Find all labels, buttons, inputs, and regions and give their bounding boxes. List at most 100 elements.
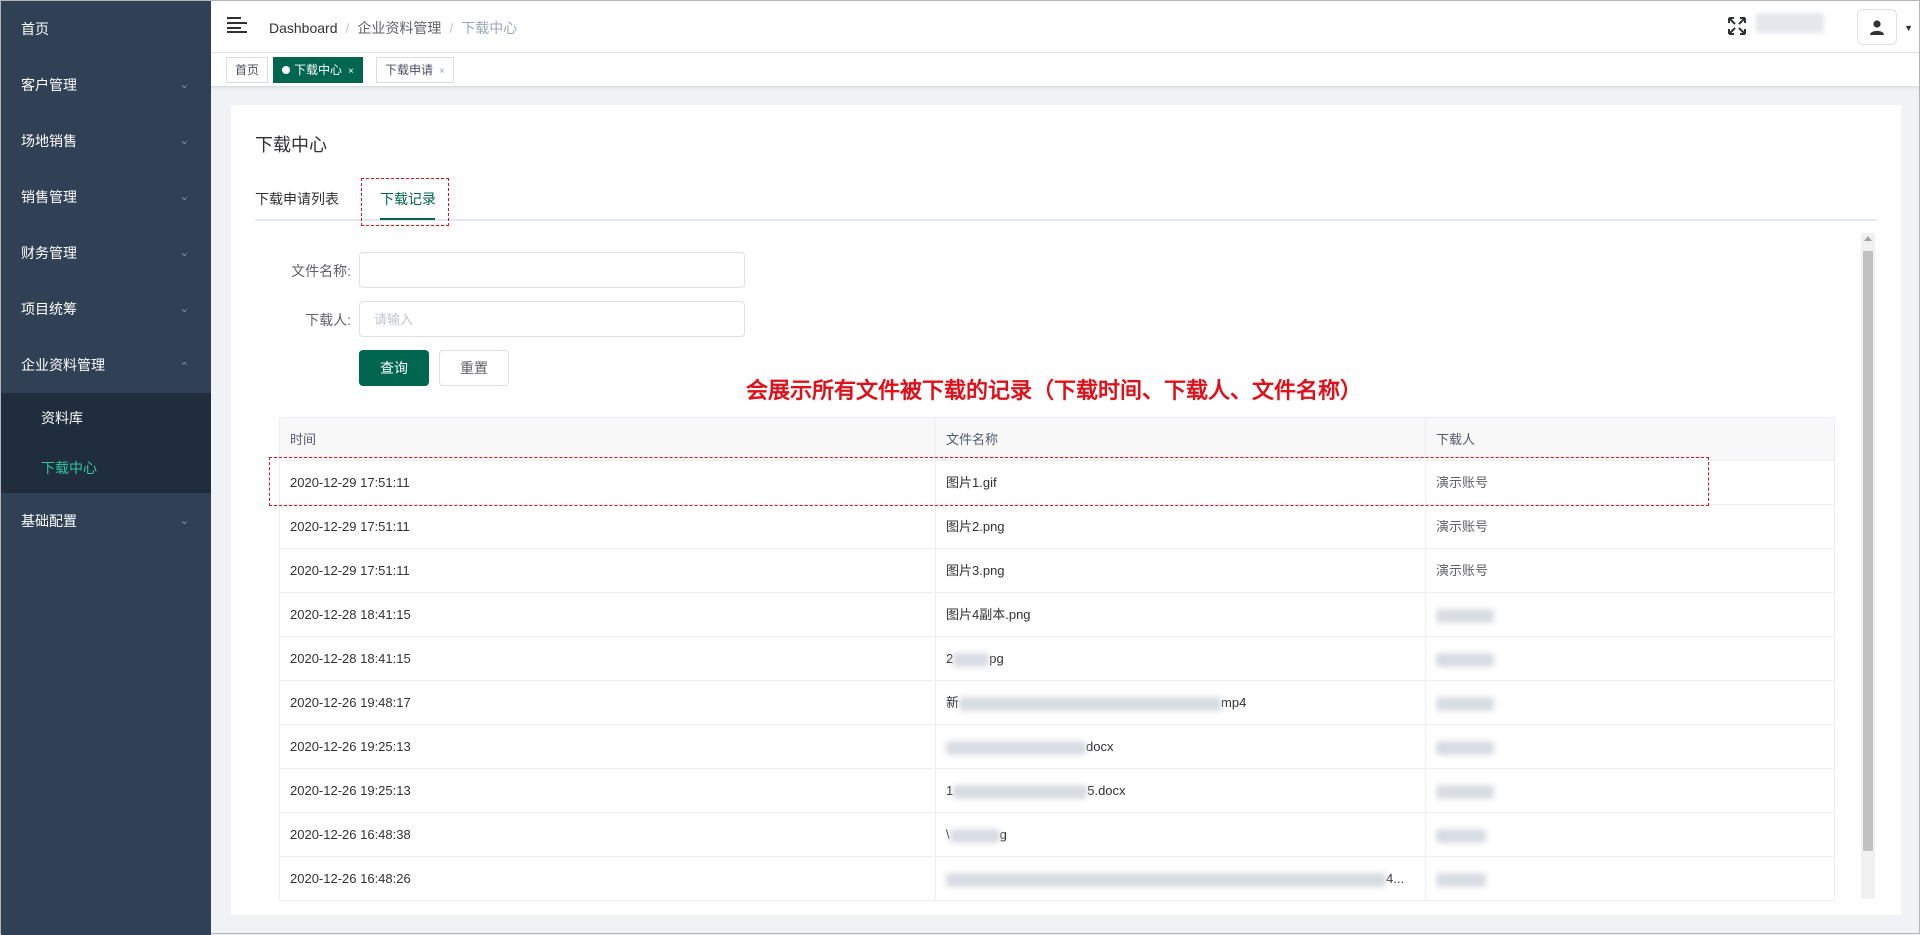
sidebar-item-label: 基础配置 — [21, 513, 77, 529]
sidebar-item-label: 企业资料管理 — [21, 357, 105, 373]
annotation-box-row — [269, 457, 1709, 506]
table-row: 2020-12-28 18:41:15 2 pg — [279, 637, 1835, 681]
cell-downloader — [1426, 857, 1834, 901]
cell-file-name: \ g — [936, 813, 1426, 857]
scrollbar-thumb[interactable] — [1863, 251, 1873, 851]
file-name-input[interactable] — [359, 252, 745, 288]
file-name-suffix: docx — [1086, 739, 1114, 754]
cell-downloader — [1426, 813, 1834, 857]
file-name-suffix: mp4 — [1221, 695, 1247, 710]
tag-label: 下载中心 — [294, 63, 343, 77]
redacted-text — [1436, 828, 1486, 843]
tag-download-request[interactable]: 下载申请 × — [376, 57, 454, 83]
sidebar-item-home[interactable]: 首页 — [1, 1, 211, 57]
table-row: 2020-12-28 18:41:15 图片4副本.png — [279, 593, 1835, 637]
sidebar-item-download-center[interactable]: 下载中心 — [1, 443, 211, 493]
sidebar-item-label: 首页 — [21, 21, 49, 37]
reset-button[interactable]: 重置 — [439, 350, 509, 386]
breadcrumb-separator: / — [449, 20, 454, 36]
redacted-text — [953, 652, 990, 667]
table-row: 2020-12-29 17:51:11 图片3.png 演示账号 — [279, 549, 1835, 593]
scroll-up-icon[interactable] — [1864, 236, 1872, 241]
downloader-input[interactable] — [359, 301, 745, 337]
username-redacted — [1756, 13, 1824, 33]
tag-download-center[interactable]: 下载中心 × — [273, 57, 363, 83]
cell-time: 2020-12-26 19:25:13 — [280, 769, 936, 813]
cell-time: 2020-12-26 19:25:13 — [280, 725, 936, 769]
cell-file-name: 2 pg — [936, 637, 1426, 681]
chevron-down-icon: ⌄ — [179, 191, 189, 203]
caret-down-icon[interactable]: ▼ — [1904, 23, 1913, 33]
chevron-down-icon: ⌄ — [179, 515, 189, 527]
app-window: 首页 客户管理 ⌄ 场地销售 ⌄ 销售管理 ⌄ 财务管理 ⌄ 项目统筹 ⌄ 企业资料管理 ⌃… — [0, 0, 1920, 935]
table-row: 2020-12-26 19:25:13 1 5.docx — [279, 769, 1835, 813]
query-button[interactable]: 查询 — [359, 350, 429, 386]
page-title: 下载中心 — [255, 135, 327, 155]
cell-file-name: 图片4副本.png — [936, 593, 1426, 637]
redacted-text — [1436, 740, 1494, 755]
cell-file-name: docx — [936, 725, 1426, 769]
redacted-text — [1436, 696, 1494, 711]
cell-file-name: 图片2.png — [936, 505, 1426, 549]
table-row: 2020-12-29 17:51:11 图片2.png 演示账号 — [279, 505, 1835, 549]
sidebar-item-enterprise-docs[interactable]: 企业资料管理 ⌃ — [1, 337, 211, 393]
file-name-prefix: 1 — [946, 783, 954, 798]
cell-time: 2020-12-29 17:51:11 — [280, 549, 936, 593]
user-icon — [1870, 20, 1884, 35]
column-header-time: 时间 — [280, 418, 936, 462]
redacted-text — [1436, 608, 1494, 623]
redacted-text — [949, 828, 1000, 843]
annotation-box-tab — [361, 178, 449, 226]
cell-downloader — [1426, 593, 1834, 637]
redacted-text — [959, 696, 1222, 711]
redacted-text — [953, 784, 1088, 799]
sidebar-item-sales[interactable]: 销售管理 ⌄ — [1, 169, 211, 225]
sidebar-item-projects[interactable]: 项目统筹 ⌄ — [1, 281, 211, 337]
avatar[interactable] — [1857, 9, 1897, 45]
cell-time: 2020-12-28 18:41:15 — [280, 637, 936, 681]
tag-home[interactable]: 首页 — [226, 57, 269, 83]
breadcrumb-item-enterprise-docs[interactable]: 企业资料管理 — [357, 20, 441, 36]
table-row: 2020-12-26 19:25:13 docx — [279, 725, 1835, 769]
cell-downloader — [1426, 637, 1834, 681]
chevron-down-icon: ⌄ — [179, 135, 189, 147]
sidebar-item-label: 销售管理 — [21, 189, 77, 205]
sidebar-item-basic-config[interactable]: 基础配置 ⌄ — [1, 493, 211, 549]
file-name-suffix: g — [999, 827, 1007, 842]
file-name-suffix: 4... — [1386, 871, 1405, 886]
table-row: 2020-12-26 19:48:17 新 mp4 — [279, 681, 1835, 725]
cell-downloader — [1426, 769, 1834, 813]
sidebar-item-customers[interactable]: 客户管理 ⌄ — [1, 57, 211, 113]
tab-download-requests[interactable]: 下载申请列表 — [255, 189, 339, 209]
cell-time: 2020-12-26 16:48:38 — [280, 813, 936, 857]
redacted-text — [1436, 652, 1494, 667]
breadcrumb: Dashboard / 企业资料管理 / 下载中心 — [269, 18, 517, 38]
vertical-scrollbar[interactable] — [1861, 233, 1875, 899]
close-icon[interactable]: × — [348, 66, 354, 77]
cell-file-name: 图片3.png — [936, 549, 1426, 593]
close-icon[interactable]: × — [439, 66, 445, 77]
column-header-downloader: 下载人 — [1436, 432, 1476, 447]
sidebar-item-finance[interactable]: 财务管理 ⌄ — [1, 225, 211, 281]
table-header-row: 时间 文件名称 下载人 — [279, 417, 1835, 462]
cell-time: 2020-12-29 17:51:11 — [280, 505, 936, 549]
active-dot-icon — [282, 66, 290, 74]
sidebar-item-venue-sales[interactable]: 场地销售 ⌄ — [1, 113, 211, 169]
navbar: Dashboard / 企业资料管理 / 下载中心 ▼ — [211, 1, 1919, 53]
file-name-label: 文件名称: — [291, 263, 351, 279]
fullscreen-icon[interactable] — [1727, 16, 1747, 36]
hamburger-icon[interactable] — [227, 17, 247, 33]
sidebar-item-label: 财务管理 — [21, 245, 77, 261]
tabs-bar: 下载申请列表 下载记录 — [255, 175, 1877, 221]
table-row: 2020-12-26 16:48:38 \ g — [279, 813, 1835, 857]
breadcrumb-item-dashboard[interactable]: Dashboard — [269, 20, 338, 36]
sidebar-item-label: 项目统筹 — [21, 301, 77, 317]
sidebar-item-library[interactable]: 资料库 — [1, 393, 211, 443]
chevron-up-icon: ⌃ — [179, 361, 189, 373]
cell-downloader: 演示账号 — [1436, 563, 1489, 578]
sidebar: 首页 客户管理 ⌄ 场地销售 ⌄ 销售管理 ⌄ 财务管理 ⌄ 项目统筹 ⌄ 企业资料管理 ⌃… — [1, 1, 211, 935]
sidebar-item-label: 客户管理 — [21, 77, 77, 93]
cell-file-name: 1 5.docx — [936, 769, 1426, 813]
redacted-text — [946, 872, 1386, 887]
tag-label: 首页 — [235, 63, 260, 77]
